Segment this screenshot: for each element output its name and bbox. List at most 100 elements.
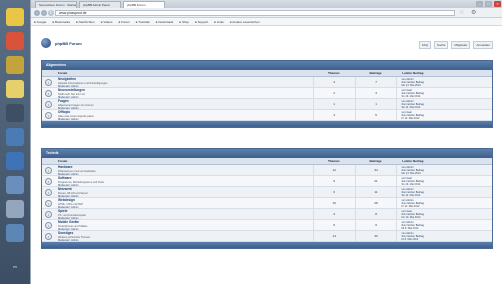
back-icon[interactable]: ‹ — [34, 10, 40, 16]
column-header-forum: Forum — [58, 159, 68, 163]
forum-row[interactable]: • Sonstiges Weitere technische Themen Moder… — [42, 231, 492, 242]
app-icon[interactable] — [6, 224, 24, 242]
forum-read-icon: • — [45, 112, 52, 119]
category-title[interactable]: Technik — [42, 149, 492, 158]
forum-row[interactable]: • Offtopic Alles was sonst nirgends passt M… — [42, 110, 492, 121]
folder-icon[interactable] — [6, 80, 24, 98]
header-link[interactable]: Mitglieder — [451, 41, 471, 49]
media-icon[interactable] — [6, 56, 24, 74]
editor-icon[interactable] — [6, 176, 24, 194]
bookmark-item[interactable]: Tutorials — [133, 18, 153, 25]
forum-logo-icon[interactable] — [41, 38, 51, 48]
forum-row[interactable]: • Webdesign HTML, CSS und PHP Moderator: Ad… — [42, 198, 492, 209]
site-title[interactable]: phpBB Forum — [55, 41, 82, 46]
category-footer — [42, 242, 492, 248]
moderator-link[interactable]: Admin — [71, 184, 78, 186]
column-header-posts: Beiträge — [369, 159, 382, 163]
moderator-label: Moderator: — [58, 84, 71, 87]
reload-icon[interactable]: ↻ — [48, 10, 54, 16]
wrench-icon[interactable]: ⚙ — [471, 9, 476, 17]
forum-moderator: Moderator: Admin — [58, 228, 313, 230]
start-orb-icon[interactable] — [6, 8, 24, 26]
forum-read-icon: • — [45, 211, 52, 218]
forum-read-icon: • — [45, 79, 52, 86]
terminal-icon[interactable] — [6, 104, 24, 122]
browser-tab[interactable]: phpBB Admin Panel — [79, 1, 121, 8]
chrome-icon[interactable] — [6, 32, 24, 50]
browser-tab[interactable]: Somewhere Forum · Startseite — [35, 1, 77, 8]
close-icon[interactable]: × — [494, 1, 501, 7]
forum-row[interactable]: • Software Programme, Betriebssysteme und … — [42, 176, 492, 187]
forum-read-icon: • — [45, 189, 52, 196]
bookmark-item[interactable]: Bookmarks — [49, 18, 73, 25]
category-block: Technik Forum Themen Beiträge Letzter Beitra… — [41, 148, 493, 249]
forum-row[interactable]: • Mobile Geräte Smartphones und Tablets Mod… — [42, 220, 492, 231]
moderator-link[interactable]: Admin — [71, 85, 78, 87]
topic-count: 9 — [312, 176, 355, 186]
last-post: von Gast Zum letzten Beitrag Do 10. Mai 20… — [396, 209, 492, 219]
browser-tab[interactable]: phpBB Forum — [123, 1, 165, 8]
settings-icon[interactable] — [6, 200, 24, 218]
moderator-link[interactable]: Admin — [71, 107, 78, 109]
bookmark-item[interactable]: Links — [211, 18, 227, 25]
last-post-date: Fr 11. Mai 2012 — [401, 117, 420, 120]
mail-icon[interactable] — [6, 152, 24, 170]
forum-row[interactable]: • Neuigkeiten Aktuelle Informationen und A… — [42, 77, 492, 88]
taskbar-clock: m — [13, 264, 17, 269]
bookmark-item[interactable]: Shop — [176, 18, 192, 25]
forum-row[interactable]: • Fragen Allgemeine Fragen zum Forum Modera… — [42, 99, 492, 110]
forum-read-icon: • — [45, 178, 52, 185]
last-post-date: Mo 14. Mai 2012 — [401, 172, 421, 175]
moderator-link[interactable]: Admin — [71, 173, 78, 175]
maximize-icon[interactable]: □ — [485, 1, 492, 7]
forum-moderator: Moderator: Admin — [58, 206, 313, 208]
forum-row[interactable]: • Hardware Diskussionen rund um Hardware Mo… — [42, 165, 492, 176]
forum-moderator: Moderator: Admin — [58, 217, 313, 219]
moderator-link[interactable]: Admin — [71, 118, 78, 120]
last-post: von Admin Zum letzten Beitrag Fr 11. Mai 2… — [396, 198, 492, 208]
bookmark-item[interactable]: Downloads — [153, 18, 177, 25]
forum-row[interactable]: • Netzwerk Router, WLAN und Server Moderato… — [42, 187, 492, 198]
moderator-link[interactable]: Admin — [71, 228, 78, 230]
category-title[interactable]: Allgemeines — [42, 61, 492, 70]
forum-read-icon: • — [45, 233, 52, 240]
bookmark-star-icon[interactable]: ☆ — [459, 9, 464, 17]
bookmark-item[interactable]: Google — [31, 18, 49, 25]
column-header-topics: Themen — [327, 159, 340, 163]
bookmark-item[interactable]: Andere Lesezeichen — [227, 18, 263, 25]
moderator-link[interactable]: Admin — [71, 195, 78, 197]
last-post: von Admin Zum letzten Beitrag Sa 12. Mai 2… — [396, 187, 492, 197]
moderator-link[interactable]: Admin — [71, 239, 78, 241]
network-icon[interactable] — [6, 128, 24, 146]
forum-row[interactable]: • Neuvorstellungen Stellt euch hier kurz v… — [42, 88, 492, 99]
forum-moderator: Moderator: Admin — [58, 85, 313, 87]
minimize-icon[interactable]: – — [476, 1, 483, 7]
bookmark-item[interactable]: Forum — [115, 18, 132, 25]
forum-row[interactable]: • Spiele PC- und Konsolenspiele Moderator: … — [42, 209, 492, 220]
forum-moderator: Moderator: Admin — [58, 195, 313, 197]
post-count: 5 — [354, 110, 397, 120]
forum-page: phpBB Forum FAQ Suche Mitglieder Anmelden A… — [31, 26, 502, 284]
window-controls: – □ × — [476, 1, 501, 7]
forum-moderator: Moderator: Admin — [58, 96, 313, 98]
header-link[interactable]: Anmelden — [473, 41, 493, 49]
forum-rows: • Hardware Diskussionen rund um Hardware Mo… — [42, 165, 492, 242]
last-post: von Admin Zum letzten Beitrag Mo 14. Mai 2… — [396, 165, 492, 175]
forum-read-icon: • — [45, 90, 52, 97]
forward-icon[interactable]: › — [41, 10, 47, 16]
moderator-link[interactable]: Admin — [71, 96, 78, 98]
moderator-link[interactable]: Admin — [71, 217, 78, 219]
last-post: von Admin Zum letzten Beitrag Di 8. Mai 20… — [396, 231, 492, 241]
moderator-label: Moderator: — [58, 238, 71, 241]
bookmark-item[interactable]: Nachrichten — [73, 18, 98, 25]
header-link[interactable]: FAQ — [418, 41, 431, 49]
topic-count: 5 — [312, 220, 355, 230]
bookmark-item[interactable]: Support — [192, 18, 211, 25]
header-link[interactable]: Suche — [433, 41, 449, 49]
address-bar[interactable]: www.plussprod.de — [55, 10, 455, 16]
forum-info: Webdesign HTML, CSS und PHP Moderator: Adm… — [42, 198, 313, 208]
moderator-link[interactable]: Admin — [71, 206, 78, 208]
last-post: von Gast Zum letzten Beitrag So 13. Mai 20… — [396, 176, 492, 186]
bookmark-item[interactable]: Videos — [98, 18, 116, 25]
browser-window: Somewhere Forum · Startseite phpBB Admin … — [30, 0, 502, 284]
